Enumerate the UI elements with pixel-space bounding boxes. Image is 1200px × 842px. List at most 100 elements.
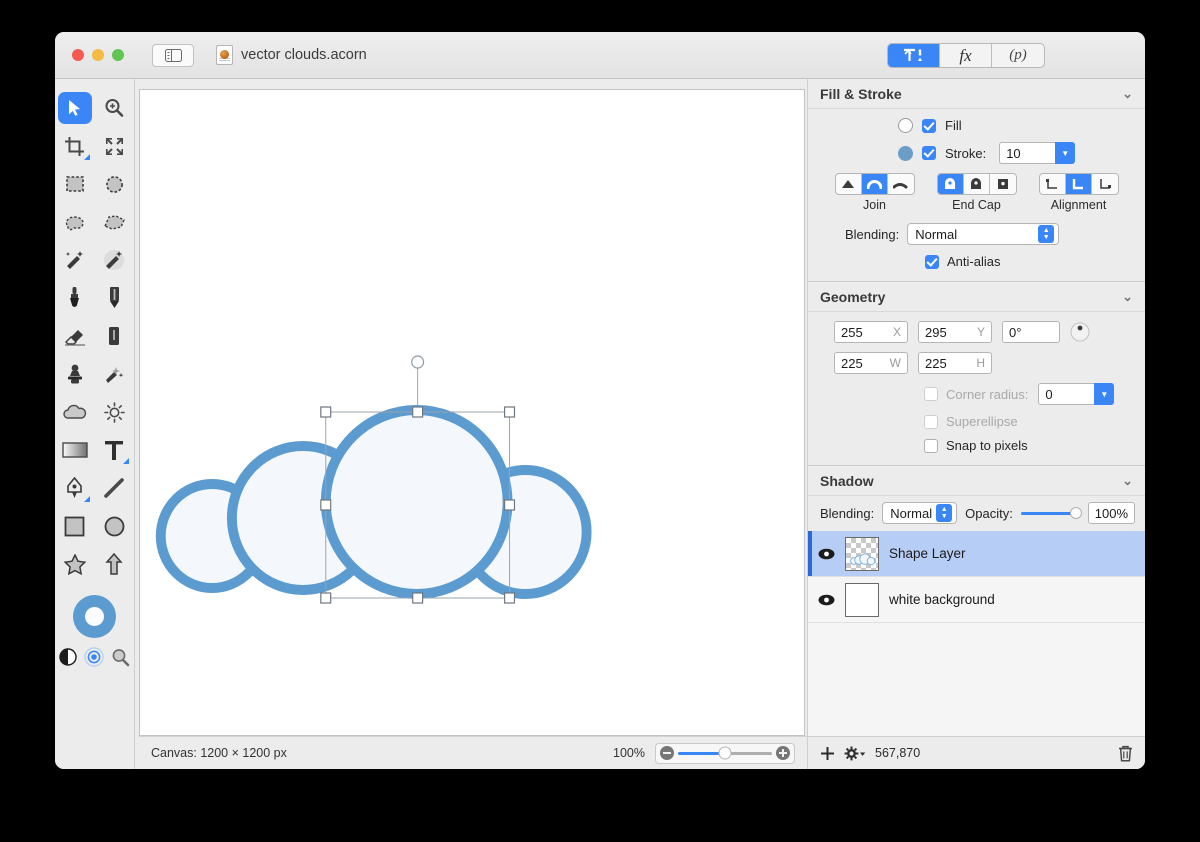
transform-tool[interactable] [95,127,135,165]
geometry-section: 255 X 295 Y 0° 225 W 225 H Corner radius… [808,312,1145,465]
chevron-down-icon[interactable]: ⌄ [1122,473,1133,489]
canvas[interactable] [139,89,805,736]
instant-alpha-tool[interactable] [95,241,135,279]
shadow-opacity-input[interactable]: 100% [1087,502,1135,524]
align-inside-button[interactable] [1040,174,1066,194]
anti-alias-checkbox[interactable] [925,254,939,269]
stroke-color-swatch[interactable] [898,145,913,161]
eraser-tool[interactable] [55,317,95,355]
contrast-icon[interactable] [59,648,77,666]
geometry-section-header[interactable]: Geometry ⌄ [808,282,1145,312]
eye-icon[interactable] [818,594,835,606]
zoom-button[interactable] [112,49,124,61]
pencil-tool[interactable] [95,279,135,317]
geometry-w-field[interactable]: 225 W [834,352,908,374]
shadow-section-header[interactable]: Shadow ⌄ [808,466,1145,496]
join-round-button[interactable] [861,174,888,194]
magnifier-icon[interactable] [111,648,130,667]
geometry-title: Geometry [820,288,886,305]
cap-round-button[interactable] [937,174,964,194]
align-center-button[interactable] [1065,174,1092,194]
rectangle-tool[interactable] [55,507,95,545]
zoom-in-icon[interactable] [776,746,790,760]
smudge-tool[interactable] [95,355,135,393]
color-swatch[interactable] [73,595,116,638]
gradient-tool[interactable] [55,431,95,469]
text-tool[interactable] [95,431,135,469]
background-eraser-tool[interactable] [95,317,135,355]
ellipse-tool[interactable] [95,507,135,545]
lasso-tool[interactable] [55,203,95,241]
corner-radius-dropdown-button[interactable]: ▼ [1094,383,1115,405]
fill-color-swatch[interactable] [898,118,913,133]
magic-wand-tool[interactable] [55,241,95,279]
rotation-dial-icon[interactable] [1070,322,1090,342]
dodge-tool[interactable] [95,393,135,431]
chevron-down-icon[interactable]: ⌄ [1122,86,1133,102]
zoom-out-icon[interactable] [660,746,674,760]
zoom-slider[interactable] [655,742,795,764]
chevron-down-icon[interactable]: ⌄ [1122,289,1133,305]
clone-stamp-icon [67,364,82,383]
tab-tools-inspector[interactable] [888,44,940,67]
zoom-slider-track[interactable] [678,746,772,760]
join-bevel-button[interactable] [888,174,914,194]
cap-square-button[interactable] [964,174,990,194]
minimize-button[interactable] [92,49,104,61]
elliptical-marquee-icon [105,175,123,193]
inspector-mode-segmented-control[interactable]: fx (p) [887,43,1045,68]
blending-popup[interactable]: Normal ▲ ▼ [907,223,1060,245]
gear-dropdown-icon[interactable] [844,746,866,761]
geometry-rotation-field[interactable]: 0° [1002,321,1060,343]
shadow-opacity-slider[interactable] [1020,507,1082,519]
geometry-y-suffix: Y [976,325,985,339]
arrow-tool[interactable] [95,545,135,583]
geometry-y-field[interactable]: 295 Y [918,321,992,343]
cap-butt-button[interactable] [990,174,1016,194]
crop-tool[interactable] [55,127,95,165]
trash-icon[interactable] [1118,745,1133,762]
layer-row[interactable]: white background [808,577,1145,623]
eye-icon[interactable] [818,548,835,560]
star-tool[interactable] [55,545,95,583]
join-miter-button[interactable] [836,174,862,194]
corner-radius-checkbox[interactable] [924,387,938,401]
layer-row[interactable]: Shape Layer [808,531,1145,577]
move-tool[interactable] [55,89,95,127]
geometry-h-field[interactable]: 225 H [918,352,992,374]
ellipse-select-tool[interactable] [95,165,135,203]
rect-select-tool[interactable] [55,165,95,203]
polygon-lasso-tool[interactable] [95,203,135,241]
zoom-tool[interactable] [95,89,135,127]
stroke-width-dropdown-button[interactable]: ▼ [1055,142,1076,164]
fill-stroke-section-header[interactable]: Fill & Stroke ⌄ [808,79,1145,109]
target-selected-icon[interactable] [84,647,104,667]
clone-stamp-tool[interactable] [55,355,95,393]
inspector-panel: Fill & Stroke ⌄ Fill Stroke: 10 ▼ Join E… [807,79,1145,769]
shadow-blending-popup[interactable]: Normal ▲ ▼ [882,502,958,524]
stroke-checkbox[interactable] [922,146,936,160]
superellipse-checkbox[interactable] [924,414,938,429]
shadow-opacity-thumb[interactable] [1069,507,1082,519]
geometry-x-field[interactable]: 255 X [834,321,908,343]
zoom-slider-thumb[interactable] [718,746,732,760]
snap-to-pixels-checkbox[interactable] [924,438,938,453]
blur-tool[interactable] [55,393,95,431]
close-button[interactable] [72,49,84,61]
line-tool[interactable] [95,469,135,507]
sidebar-toggle-button[interactable] [152,43,194,67]
tab-effects[interactable]: fx [940,44,992,67]
end-cap-segmented-control[interactable] [936,173,1017,195]
brush-tool[interactable] [55,279,95,317]
plus-icon[interactable] [820,746,835,761]
join-segmented-control[interactable] [834,173,915,195]
fill-checkbox[interactable] [922,118,936,133]
end-cap-group: End Cap [936,173,1017,212]
bezier-pen-tool[interactable] [55,469,95,507]
tab-palette[interactable]: (p) [992,44,1044,67]
geometry-h-value: 225 [925,355,947,371]
corner-radius-input[interactable]: 0 [1038,383,1095,405]
stroke-width-input[interactable]: 10 [999,142,1056,164]
alignment-segmented-control[interactable] [1038,173,1119,195]
align-outside-button[interactable] [1092,174,1118,194]
